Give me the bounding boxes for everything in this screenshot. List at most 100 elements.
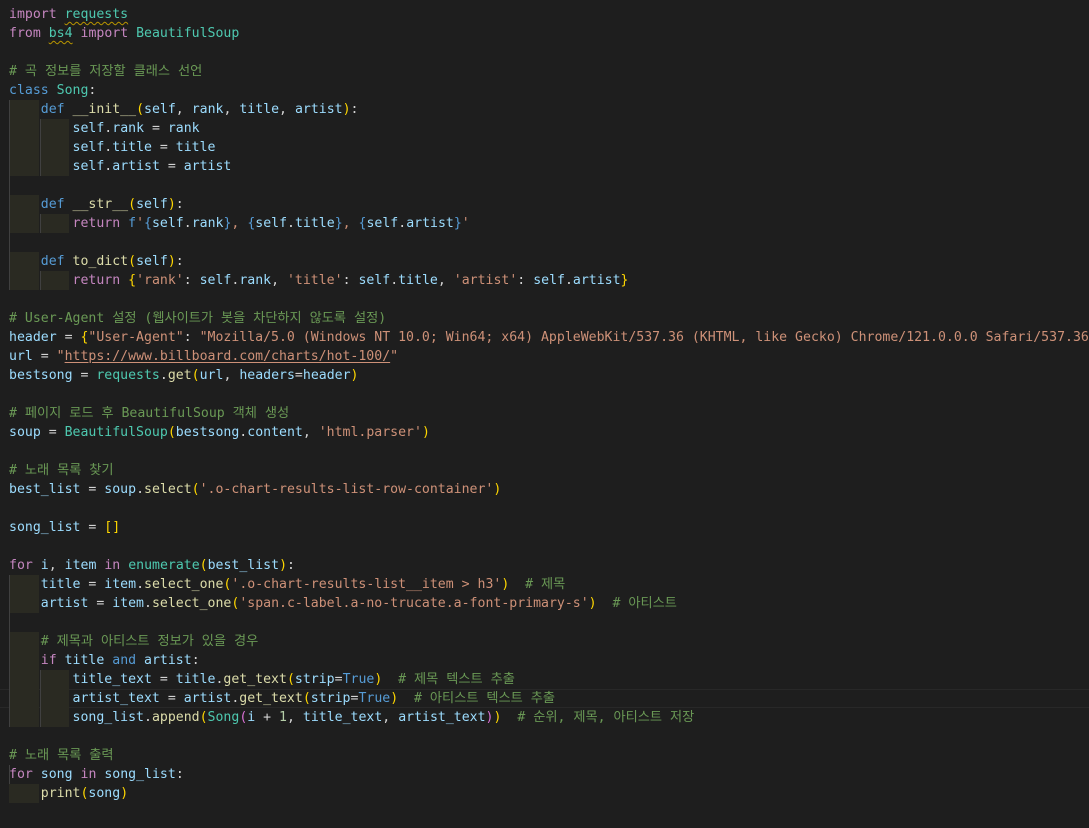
code-token: =	[40, 425, 65, 440]
code-line[interactable]: import requests	[9, 5, 128, 24]
code-line[interactable]: def __str__(self):	[9, 195, 184, 214]
code-token: rank	[191, 216, 224, 231]
code-token: header	[302, 368, 351, 383]
code-line[interactable]: artist = item.select_one('span.c-label.a…	[9, 594, 677, 613]
code-line[interactable]: title = item.select_one('.o-chart-result…	[9, 575, 566, 594]
code-token: get	[167, 368, 192, 383]
code-token: :	[342, 273, 359, 288]
code-line[interactable]: # 노래 목록 찾기	[9, 461, 114, 480]
code-token: get_text	[239, 691, 303, 706]
code-line[interactable]: # 제목과 아티스트 정보가 있을 경우	[9, 632, 259, 651]
code-token: title	[294, 216, 335, 231]
code-token: return	[72, 273, 121, 288]
code-token: )	[167, 197, 176, 212]
code-token: {	[144, 216, 152, 231]
code-line[interactable]: class Song:	[9, 81, 96, 100]
code-line[interactable]: bestsong = requests.get(url, headers=hea…	[9, 366, 358, 385]
code-token: title	[112, 140, 152, 155]
code-token: song	[40, 767, 73, 782]
code-token: title	[40, 577, 81, 592]
code-token: artist	[294, 102, 343, 117]
code-token: print	[40, 786, 81, 801]
code-token: +	[255, 710, 280, 725]
code-token: for	[9, 767, 33, 782]
code-line[interactable]: return f'{self.rank}, {self.title}, {sel…	[9, 214, 470, 233]
code-line[interactable]: # User-Agent 설정 (웹사이트가 봇을 차단하지 않도록 설정)	[9, 309, 386, 328]
code-token: :	[183, 273, 200, 288]
code-line[interactable]: self.title = title	[9, 138, 216, 157]
code-line[interactable]: best_list = soup.select('.o-chart-result…	[9, 480, 501, 499]
code-token: )	[342, 102, 351, 117]
code-line[interactable]: def to_dict(self):	[9, 252, 184, 271]
code-token: best_list	[207, 558, 280, 573]
code-token: }	[453, 216, 462, 231]
code-token: =	[151, 140, 176, 155]
code-token: artist	[144, 653, 192, 668]
code-token: =	[56, 330, 81, 345]
code-token: .	[183, 216, 192, 231]
code-token: artist_text	[72, 691, 160, 706]
code-token: if	[40, 653, 57, 668]
code-line[interactable]: # 곡 정보를 저장할 클래스 선언	[9, 62, 202, 81]
code-token: rank	[239, 273, 272, 288]
code-token: ,	[279, 102, 295, 117]
code-line[interactable]: url = "https://www.billboard.com/charts/…	[9, 347, 398, 366]
code-token: :	[175, 254, 184, 269]
code-line[interactable]: artist_text = artist.get_text(strip=True…	[9, 689, 555, 708]
code-token: import	[80, 26, 129, 41]
code-token: requests	[64, 7, 129, 22]
code-line[interactable]: header = {"User-Agent": "Mozilla/5.0 (Wi…	[9, 328, 1089, 347]
code-token: self	[72, 121, 105, 136]
code-line[interactable]: self.artist = artist	[9, 157, 232, 176]
code-token: ,	[342, 216, 359, 231]
code-token: Song	[56, 83, 89, 98]
code-token: item	[104, 577, 137, 592]
code-line[interactable]: title_text = title.get_text(strip=True) …	[9, 670, 515, 689]
code-token: (	[191, 368, 200, 383]
code-editor[interactable]: import requests from bs4 import Beautiful…	[0, 0, 1089, 828]
code-token: 'title'	[286, 273, 343, 288]
code-line[interactable]: for i, item in enumerate(best_list):	[9, 556, 295, 575]
code-token: self	[72, 159, 105, 174]
code-line[interactable]: return {'rank': self. rank, 'title': self…	[9, 271, 629, 290]
code-line[interactable]: soup = BeautifulSoup(bestsong.content, '…	[9, 423, 430, 442]
code-token: f	[128, 216, 137, 231]
code-token: artist	[183, 691, 232, 706]
code-token: import	[9, 7, 57, 22]
code-token: )	[120, 786, 129, 801]
code-line[interactable]: # 페이지 로드 후 BeautifulSoup 객체 생성	[9, 404, 289, 423]
code-token: 'artist'	[453, 273, 518, 288]
code-token: =	[144, 121, 168, 136]
code-token: 1	[279, 710, 287, 725]
code-line[interactable]: self.rank = rank	[9, 119, 200, 138]
code-line[interactable]: if title and artist:	[9, 651, 200, 670]
code-line[interactable]: song_list = []	[9, 518, 120, 537]
code-token: def	[40, 254, 65, 269]
code-line[interactable]: def __init__(self, rank, title, artist):	[9, 100, 359, 119]
code-token: # 제목 텍스트 추출	[398, 672, 515, 687]
code-line[interactable]: song_list.append(Song(i + 1, title_text,…	[9, 708, 695, 727]
code-token: return	[72, 216, 121, 231]
code-line[interactable]: for song in song_list:	[9, 765, 184, 784]
code-line[interactable]: print(song)	[9, 784, 128, 803]
code-token: append	[151, 710, 200, 725]
code-token: song_list	[72, 710, 144, 725]
code-line[interactable]: # 노래 목록 출력	[9, 746, 114, 765]
code-token: # 노래 목록 출력	[9, 748, 114, 763]
code-token: ,	[382, 710, 399, 725]
code-token: '	[461, 216, 470, 231]
code-token: self	[366, 216, 399, 231]
code-token: .	[398, 216, 407, 231]
code-line[interactable]: from bs4 import BeautifulSoup	[9, 24, 239, 43]
code-token: '.o-chart-results-list-row-container'	[199, 482, 494, 497]
